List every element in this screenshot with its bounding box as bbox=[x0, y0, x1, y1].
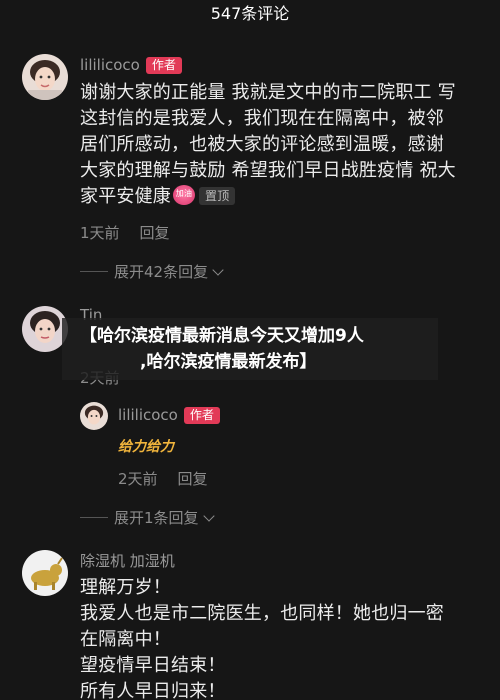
expand-replies-button[interactable]: 展开1条回复 bbox=[80, 507, 215, 528]
comment-line: 我爱人也是市二院医生，也同样！她也归一密 bbox=[80, 603, 444, 624]
reply-meta: 2天前 回复 bbox=[118, 468, 208, 489]
comment-line: 在隔离中！ bbox=[80, 629, 171, 650]
reply-button[interactable]: 回复 bbox=[178, 470, 208, 488]
comment-text: 理解万岁！ 我爱人也是市二院医生，也同样！她也归一密 在隔离中！ 望疫情早日结束… bbox=[80, 575, 490, 700]
username-text: 除湿机 加湿机 bbox=[80, 552, 175, 570]
comment-line: 谢谢大家的正能量 我就是文中的市二院职工 写 bbox=[80, 82, 456, 103]
sticker-text: 加油 bbox=[175, 189, 193, 198]
jiayou-sticker-icon: 加油 bbox=[173, 185, 195, 205]
chevron-down-icon bbox=[212, 264, 224, 276]
expand-replies-label: 展开1条回复 bbox=[114, 509, 199, 527]
comment-username[interactable]: lililicoco 作者 bbox=[80, 56, 182, 74]
comment-line: 家平安健康 bbox=[80, 186, 171, 207]
headline-overlay: 【哈尔滨疫情最新消息今天又增加9人 ,哈尔滨疫情最新发布】 bbox=[62, 318, 438, 380]
reply-text: 给力给力 bbox=[118, 439, 174, 455]
reply-button[interactable]: 回复 bbox=[140, 224, 170, 242]
reply-username[interactable]: lililicoco 作者 bbox=[118, 406, 220, 424]
username-text: lililicoco bbox=[118, 406, 178, 424]
headline-line: 【哈尔滨疫情最新消息今天又增加9人 bbox=[80, 326, 364, 346]
expand-replies-label: 展开42条回复 bbox=[114, 263, 209, 281]
comment-time: 2天前 bbox=[118, 470, 158, 488]
comment-line: 望疫情早日结束！ bbox=[80, 655, 226, 676]
comment-line: 所有人早日归来！ bbox=[80, 681, 226, 700]
pinned-badge: 置顶 bbox=[199, 187, 236, 205]
comment-line: 居们所感动，也被大家的评论感到温暖，感谢 bbox=[80, 134, 444, 155]
comments-count-title: 547条评论 bbox=[210, 4, 290, 23]
avatar[interactable] bbox=[22, 54, 68, 100]
comment-username[interactable]: 除湿机 加湿机 bbox=[80, 550, 175, 571]
headline-line: ,哈尔滨疫情最新发布】 bbox=[140, 352, 317, 372]
username-text: lililicoco bbox=[80, 56, 140, 74]
comment-text: 谢谢大家的正能量 我就是文中的市二院职工 写 这封信的是我爱人，我们现在在隔离中… bbox=[80, 80, 490, 210]
divider-line bbox=[80, 517, 108, 518]
author-badge: 作者 bbox=[145, 57, 182, 74]
author-badge: 作者 bbox=[183, 407, 220, 424]
comment-line: 这封信的是我爱人，我们现在在隔离中，被邻 bbox=[80, 108, 444, 129]
comment-meta: 1天前 回复 bbox=[80, 222, 170, 243]
avatar[interactable] bbox=[22, 550, 68, 596]
avatar[interactable] bbox=[80, 402, 108, 430]
comment-line: 大家的理解与鼓励 希望我们早日战胜疫情 祝大 bbox=[80, 160, 456, 181]
comment-time: 1天前 bbox=[80, 224, 120, 242]
chevron-down-icon bbox=[202, 510, 215, 522]
comment-line: 理解万岁！ bbox=[80, 577, 171, 598]
expand-replies-button[interactable]: 展开42条回复 bbox=[80, 261, 224, 282]
divider-line bbox=[80, 271, 108, 272]
